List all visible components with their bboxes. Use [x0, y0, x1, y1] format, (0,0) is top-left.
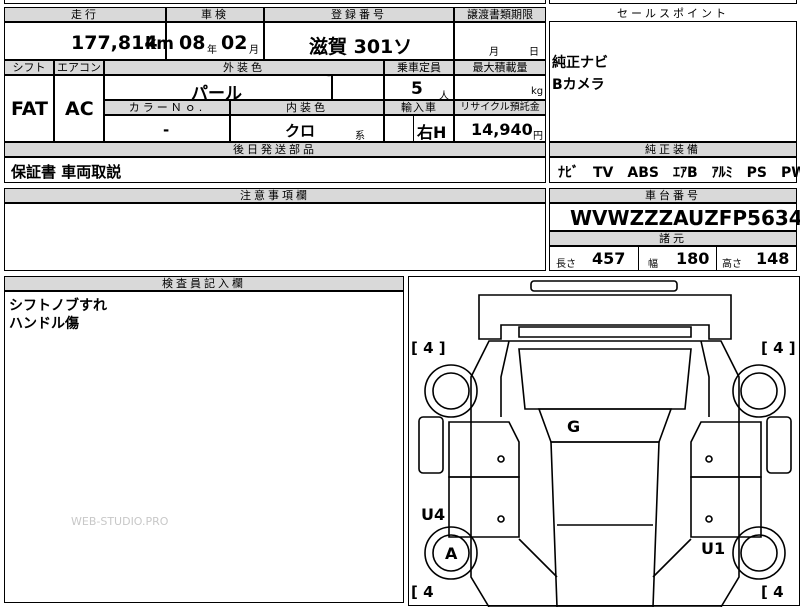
genuine-equipment-header: 純正装備: [549, 142, 797, 157]
inspection-month: 02: [221, 32, 248, 54]
capacity-value: 5: [411, 79, 423, 99]
transfer-day-unit: 日: [529, 47, 539, 58]
import-header: 輸入車: [384, 100, 454, 115]
length-label: 長さ: [556, 259, 576, 270]
inspection-cell: 08 年 02 月: [166, 22, 264, 60]
car-diagram: [418, 280, 792, 607]
inspection-year-unit: 年: [207, 45, 217, 56]
watermark: WEB-STUDIO.PRO: [71, 515, 169, 528]
interior-color-value: クロ: [285, 122, 316, 140]
later-items-cell: 保証書 車両取説: [4, 157, 546, 183]
aircon-value: AC: [65, 98, 94, 120]
import-value: 右H: [417, 123, 447, 142]
car-diagram-box: [ 4 ] [ 4 ] [ 4 [ 4 G U4 A U1: [408, 276, 800, 607]
tire-rear-left-label: [ 4: [411, 583, 434, 601]
transfer-deadline-header: 譲渡書類期限: [454, 7, 546, 22]
interior-color-suffix: 系: [355, 131, 365, 142]
shift-header: シフト: [4, 60, 54, 75]
specs-divider-1: [638, 247, 639, 270]
specs-divider-2: [716, 247, 717, 270]
capacity-header: 乗車定員: [384, 60, 454, 75]
exterior-color-extra-cell: [332, 75, 384, 100]
chassis-header: 車台番号: [549, 188, 797, 203]
recycle-cell: 14,940 円: [454, 115, 546, 142]
length-value: 457: [592, 249, 626, 268]
transfer-month-unit: 月: [489, 47, 499, 58]
height-value: 148: [756, 249, 790, 268]
aircon-cell: AC: [54, 75, 104, 142]
max-load-cell: kg: [454, 75, 546, 100]
capacity-cell: 5 人: [384, 75, 454, 102]
inspection-year: 08: [179, 32, 206, 54]
interior-color-header: 内装色: [230, 100, 384, 115]
specs-header: 諸元: [549, 231, 797, 246]
later-items-header: 後日発送部品: [4, 142, 546, 157]
tire-rear-right-label: [ 4: [761, 583, 784, 601]
height-label: 高さ: [722, 259, 742, 270]
damage-mark-u1: U1: [701, 539, 726, 558]
interior-color-cell: クロ 系: [230, 115, 384, 142]
tire-front-left-label: [ 4 ]: [411, 339, 446, 357]
inspector-note-2: ハンドル傷: [9, 316, 79, 332]
damage-mark-u4: U4: [421, 505, 446, 524]
later-items-value: 保証書 車両取説: [11, 163, 122, 181]
inspection-month-unit: 月: [249, 45, 259, 56]
exterior-color-header: 外装色: [104, 60, 384, 75]
width-value: 180: [676, 249, 710, 268]
damage-mark-a: A: [445, 544, 458, 563]
recycle-header: リサイクル預託金: [454, 100, 546, 115]
transfer-deadline-cell: 月 日: [454, 22, 546, 60]
aircon-header: エアコン: [54, 60, 104, 75]
genuine-equipment-value: ﾅﾋﾞ TV ABS ｴｱB ｱﾙﾐ PS PW: [558, 165, 800, 181]
damage-mark-g: G: [567, 417, 581, 436]
shift-cell: FAT: [4, 75, 54, 142]
import-bracket: [413, 116, 415, 141]
inspector-notes-box: シフトノブすれ ハンドル傷 WEB-STUDIO.PRO: [4, 291, 404, 603]
tire-front-right-label: [ 4 ]: [761, 339, 796, 357]
mileage-header: 走行: [4, 7, 166, 22]
max-load-unit: kg: [531, 86, 544, 97]
chassis-cell: WVWZZZAUZFP563450: [549, 203, 800, 231]
registration-cell: 滋賀 301ソ4814: [264, 22, 454, 81]
chassis-value: WVWZZZAUZFP563450: [570, 206, 800, 230]
mileage-cell: 177,814 km: [4, 22, 174, 60]
recycle-unit: 円: [533, 131, 543, 142]
notes-header: 注意事項欄: [4, 188, 546, 203]
sales-point-2: Bカメラ: [552, 77, 605, 93]
inspection-header: 車検: [166, 7, 264, 22]
color-no-value: -: [163, 121, 170, 139]
top-cut-row-right: [549, 0, 797, 4]
inspector-notes-header: 検査員記入欄: [4, 276, 404, 291]
color-no-cell: -: [104, 115, 230, 142]
sales-point-1: 純正ナビ: [552, 55, 608, 71]
shift-value: FAT: [11, 98, 48, 120]
specs-cell: 長さ 457 幅 180 高さ 148: [549, 246, 797, 271]
inspector-note-1: シフトノブすれ: [9, 298, 107, 314]
width-label: 幅: [648, 259, 658, 270]
notes-box: [4, 203, 546, 271]
registration-header: 登録番号: [264, 7, 454, 22]
sales-point-header: セールスポイント: [549, 7, 797, 22]
exterior-color-cell: パール: [104, 75, 332, 104]
genuine-equipment-cell: ﾅﾋﾞ TV ABS ｴｱB ｱﾙﾐ PS PW: [549, 157, 800, 183]
color-no-header: カラーＮｏ.: [104, 100, 230, 115]
import-cell: 右H: [384, 115, 454, 142]
recycle-value: 14,940: [471, 120, 533, 139]
max-load-header: 最大積載量: [454, 60, 546, 75]
top-cut-row: [4, 0, 546, 4]
